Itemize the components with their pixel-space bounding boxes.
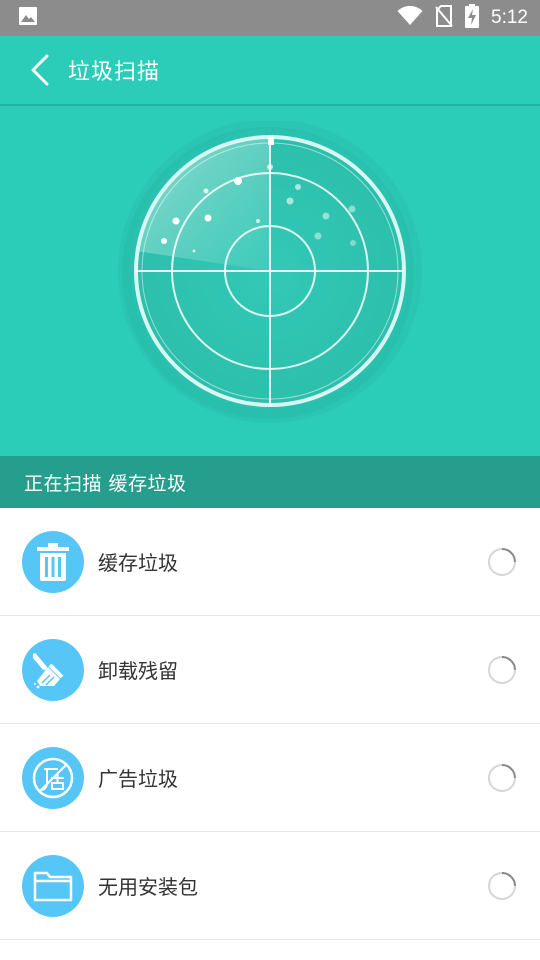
image-icon — [18, 6, 38, 30]
status-time: 5:12 — [491, 7, 528, 28]
scan-status-bar: 正在扫描 缓存垃圾 — [0, 456, 540, 508]
ad-icon — [22, 746, 84, 809]
item-label: 缓存垃圾 — [98, 551, 178, 575]
folder-icon — [22, 854, 84, 917]
radar-scanner-icon — [118, 121, 422, 423]
battery-charging-icon — [465, 4, 480, 32]
back-button[interactable] — [22, 50, 58, 90]
no-sim-icon — [435, 5, 453, 31]
loading-spinner-icon — [486, 762, 518, 794]
loading-spinner-icon — [486, 546, 518, 578]
scan-status-text: 正在扫描 缓存垃圾 — [24, 472, 187, 495]
list-item-uninstall-residue[interactable]: 卸载残留 — [0, 616, 540, 724]
trash-icon — [22, 530, 84, 593]
wifi-icon — [397, 5, 423, 30]
list-item-useless-apk[interactable]: 无用安装包 — [0, 832, 540, 940]
item-label: 卸载残留 — [98, 659, 178, 683]
broom-icon — [22, 638, 84, 701]
app-bar: 垃圾扫描 — [0, 36, 540, 106]
junk-category-list: 缓存垃圾 卸载残留 广告垃圾 无用安装包 — [0, 508, 540, 940]
chevron-left-icon — [31, 54, 49, 86]
page-title: 垃圾扫描 — [68, 60, 161, 85]
item-label: 无用安装包 — [98, 875, 198, 899]
radar-area — [0, 106, 540, 456]
status-bar: 5:12 — [0, 0, 540, 36]
loading-spinner-icon — [486, 870, 518, 902]
item-label: 广告垃圾 — [98, 767, 178, 791]
list-item-ad-junk[interactable]: 广告垃圾 — [0, 724, 540, 832]
loading-spinner-icon — [486, 654, 518, 686]
list-item-cache-junk[interactable]: 缓存垃圾 — [0, 508, 540, 616]
